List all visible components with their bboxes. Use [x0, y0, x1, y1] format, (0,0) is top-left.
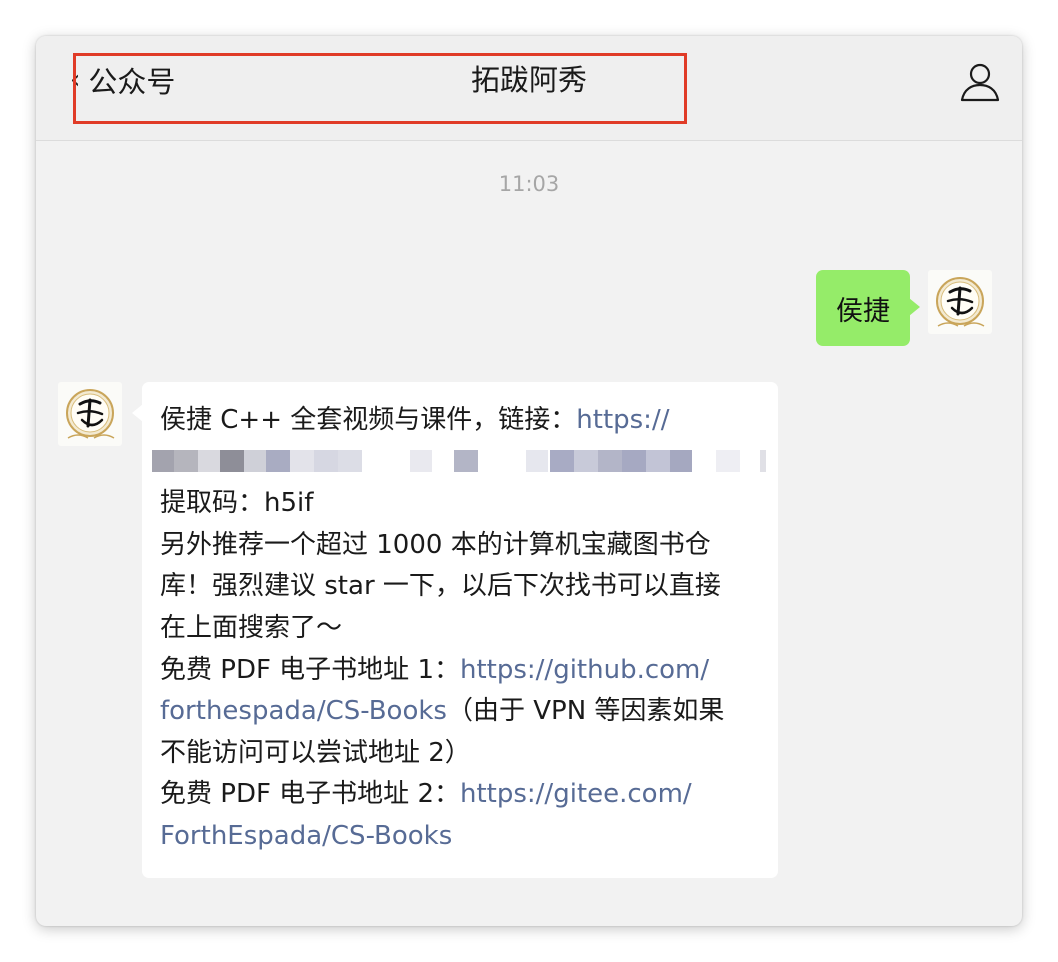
my-avatar[interactable] — [928, 270, 992, 334]
message-line: 侯捷 C++ 全套视频与课件，链接：https:// — [160, 400, 764, 442]
message-line: 另外推荐一个超过 1000 本的计算机宝藏图书仓 — [160, 529, 711, 560]
redacted-link-pixelation — [152, 442, 766, 484]
user-profile-icon[interactable] — [958, 60, 1002, 104]
chat-window: ‹ 公众号 拓跋阿秀 11:03 侯捷 侯捷 C++ 全套视频与课件，链接：ht… — [36, 36, 1022, 926]
gitee-link[interactable]: ForthEspada/CS-Books — [160, 821, 452, 851]
github-link[interactable]: forthespada/CS-Books — [160, 696, 447, 726]
message-line: 提取码：h5if — [160, 488, 314, 519]
message-line: forthespada/CS-Books（由于 VPN 等因素如果 — [160, 691, 764, 733]
title-bar: ‹ 公众号 拓跋阿秀 — [36, 36, 1022, 141]
avatar-seal-icon — [936, 277, 985, 327]
message-line: ForthEspada/CS-Books — [160, 816, 764, 858]
highlight-annotation — [73, 53, 687, 124]
message-text: 免费 PDF 电子书地址 1： — [160, 654, 460, 685]
message-line: 库！强烈建议 star 一下，以后下次找书可以直接 — [160, 571, 721, 602]
message-link[interactable]: https:// — [576, 405, 669, 435]
outgoing-message-text: 侯捷 — [836, 295, 890, 327]
message-line: 不能访问可以尝试地址 2） — [160, 737, 471, 768]
message-line: 免费 PDF 电子书地址 1：https://github.com/ — [160, 650, 764, 692]
message-line: 免费 PDF 电子书地址 2：https://gitee.com/ — [160, 774, 764, 816]
message-timestamp: 11:03 — [498, 172, 560, 196]
gitee-link[interactable]: https://gitee.com/ — [460, 779, 692, 809]
incoming-message-bubble[interactable]: 侯捷 C++ 全套视频与课件，链接：https:// 提取码：h5if 另外推荐… — [132, 382, 778, 878]
message-line: 在上面搜索了～ — [160, 612, 343, 643]
message-text: 侯捷 C++ 全套视频与课件，链接： — [160, 405, 577, 435]
message-text: （由于 VPN 等因素如果 — [446, 696, 725, 727]
message-text: 免费 PDF 电子书地址 2： — [160, 779, 460, 810]
sender-avatar[interactable] — [58, 382, 122, 446]
outgoing-message-bubble[interactable]: 侯捷 — [816, 270, 920, 346]
github-link[interactable]: https://github.com/ — [460, 655, 709, 685]
avatar-seal-icon — [66, 389, 115, 439]
